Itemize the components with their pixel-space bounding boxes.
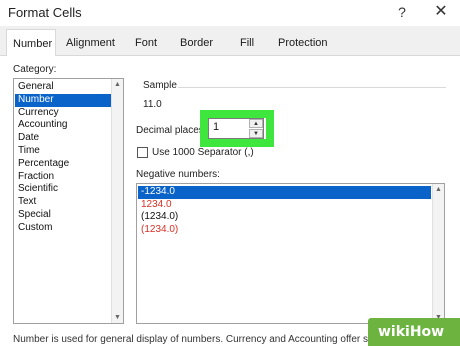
wikihow-watermark: wikiHow [368,318,460,346]
wikihow-logo-text: wikiHow [378,324,445,340]
scroll-up-icon[interactable]: ▲ [435,186,442,193]
category-item-special[interactable]: Special [15,209,111,222]
category-item-scientific[interactable]: Scientific [15,183,111,196]
category-item-time[interactable]: Time [15,145,111,158]
negative-numbers-list[interactable]: -1234.0 1234.0 (1234.0) (1234.0) ▲ ▼ [136,183,445,324]
close-button[interactable]: ✕ [430,1,452,23]
scroll-up-icon[interactable]: ▲ [114,81,121,88]
use-separator-label: Use 1000 Separator (,) [152,147,254,158]
category-item-fraction[interactable]: Fraction [15,171,111,184]
use-separator-checkbox[interactable] [137,147,148,158]
decimal-places-label: Decimal places: [136,125,207,136]
category-item-accounting[interactable]: Accounting [15,119,111,132]
title-bar: Format Cells ? ✕ [0,0,460,26]
category-item-number[interactable]: Number [15,93,111,107]
sample-label: Sample [143,80,177,91]
category-item-custom[interactable]: Custom [15,222,111,235]
tab-font[interactable]: Font [135,37,157,49]
negative-option-4[interactable]: (1234.0) [138,224,431,237]
category-item-date[interactable]: Date [15,132,111,145]
scroll-down-icon[interactable]: ▼ [114,314,121,321]
tab-number[interactable]: Number [6,29,56,57]
category-scrollbar[interactable]: ▲ ▼ [111,79,123,323]
negative-option-3[interactable]: (1234.0) [138,211,431,224]
tab-protection[interactable]: Protection [278,37,328,49]
tab-number-label: Number [13,38,53,50]
tab-border[interactable]: Border [180,37,213,49]
tab-bar: Number Alignment Font Border Fill Protec… [0,26,460,57]
sample-divider [178,87,446,88]
category-item-general[interactable]: General [15,81,111,94]
highlight-box [200,110,274,147]
negative-numbers-label: Negative numbers: [136,169,220,180]
category-item-percentage[interactable]: Percentage [15,158,111,171]
category-list[interactable]: General Number Currency Accounting Date … [13,78,124,324]
category-label: Category: [13,64,57,75]
negative-option-1[interactable]: -1234.0 [138,186,431,199]
category-item-currency[interactable]: Currency [15,107,111,120]
category-item-text[interactable]: Text [15,196,111,209]
help-button[interactable]: ? [392,2,412,22]
negative-numbers-scrollbar[interactable]: ▲ ▼ [432,184,444,323]
sample-value: 11.0 [143,99,162,110]
window-title: Format Cells [8,5,82,20]
tab-fill[interactable]: Fill [240,37,254,49]
negative-option-2[interactable]: 1234.0 [138,199,431,212]
tab-alignment[interactable]: Alignment [66,37,115,49]
